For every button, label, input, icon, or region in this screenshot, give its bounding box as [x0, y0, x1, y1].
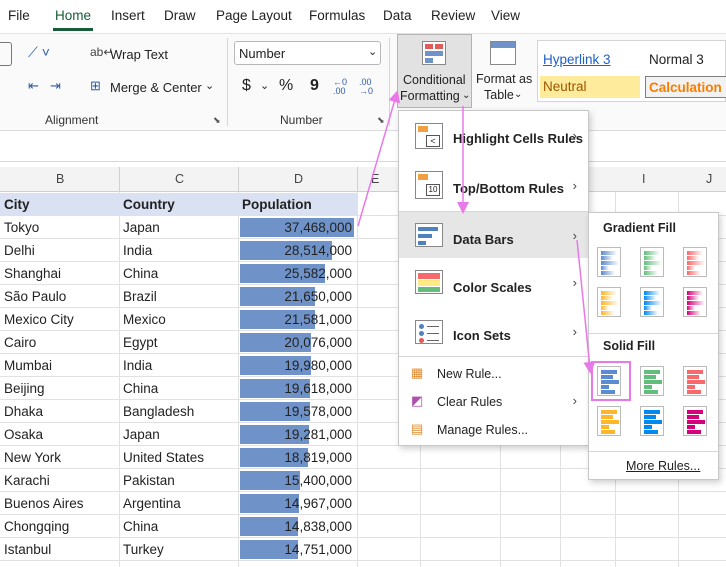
annotation-arrows — [357, 90, 596, 374]
